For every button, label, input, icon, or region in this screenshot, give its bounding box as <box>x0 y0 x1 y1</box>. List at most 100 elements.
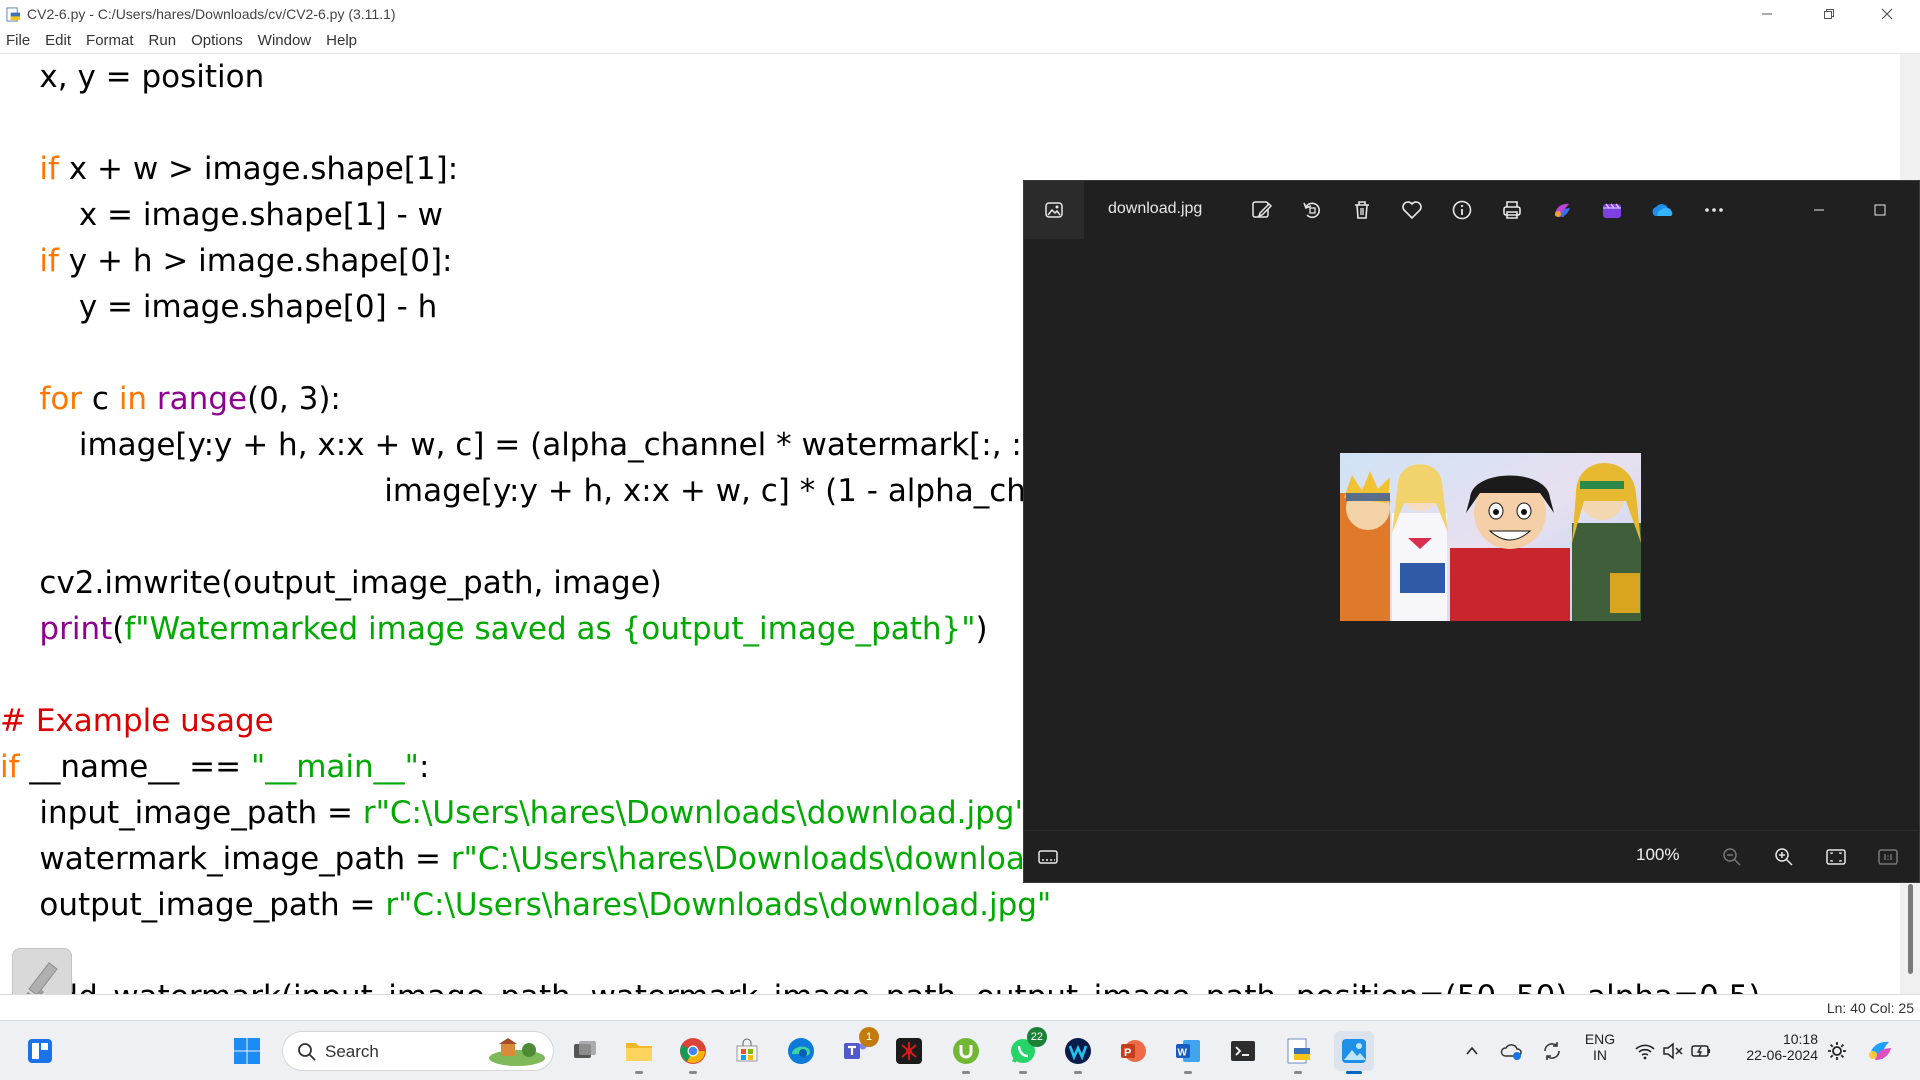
delete-button[interactable] <box>1348 196 1376 224</box>
taskbar-photos[interactable] <box>1334 1031 1374 1074</box>
spiderman-game-icon <box>896 1038 922 1064</box>
code-line: if y + h > image.shape[0]: <box>39 243 453 279</box>
clipchamp-button[interactable] <box>1598 196 1626 224</box>
taskbar-chrome[interactable] <box>673 1031 713 1074</box>
teams-notification-badge: 1 <box>859 1027 879 1047</box>
photos-viewer-window[interactable]: download.jpg 100% <box>1023 180 1920 883</box>
show-hidden-icons-button[interactable] <box>1452 1031 1492 1071</box>
rotate-button[interactable] <box>1298 196 1326 224</box>
search-label: Search <box>325 1042 379 1061</box>
minimize-icon <box>1762 13 1772 15</box>
close-button[interactable] <box>1858 0 1916 28</box>
more-icon <box>1705 208 1723 212</box>
search-icon <box>298 1043 316 1061</box>
onedrive-button[interactable] <box>1648 196 1676 224</box>
running-indicator <box>1074 1071 1082 1074</box>
code-line: if x + w > image.shape[1]: <box>39 151 459 187</box>
taskbar-file-explorer[interactable] <box>619 1031 659 1074</box>
copilot-button[interactable] <box>1548 196 1576 224</box>
photos-bottom-bar: 100% <box>1024 830 1919 882</box>
taskbar-search[interactable]: Search <box>282 1031 554 1071</box>
cursor-position: Ln: 40 Col: 25 <box>1826 1000 1914 1016</box>
taskbar-word[interactable]: W <box>1168 1031 1208 1074</box>
widgets-button[interactable] <box>20 1031 60 1071</box>
minimize-button[interactable] <box>1738 0 1796 28</box>
print-button[interactable] <box>1498 196 1526 224</box>
language-indicator[interactable]: ENG IN <box>1580 1031 1620 1063</box>
menu-run[interactable]: Run <box>149 32 177 49</box>
volume-muted-icon <box>1663 1042 1683 1060</box>
filmstrip-button[interactable] <box>1034 843 1062 871</box>
tray-network-sync[interactable] <box>1532 1031 1572 1071</box>
menu-format[interactable]: Format <box>86 32 134 49</box>
photo-filename: download.jpg <box>1108 200 1203 217</box>
favorite-icon <box>1402 201 1422 220</box>
utorrent-icon <box>953 1038 979 1064</box>
menu-window[interactable]: Window <box>258 32 311 49</box>
scrollbar-thumb[interactable] <box>1908 884 1913 974</box>
taskbar-utorrent[interactable] <box>946 1031 986 1074</box>
start-button[interactable] <box>227 1031 267 1071</box>
fit-window-button[interactable] <box>1822 843 1850 871</box>
taskbar-whatsapp[interactable]: 22 <box>1003 1027 1047 1074</box>
photos-minimize-button[interactable] <box>1805 196 1833 224</box>
taskbar-store[interactable] <box>727 1031 767 1071</box>
edit-button[interactable] <box>1248 196 1276 224</box>
photos-maximize-button[interactable] <box>1866 196 1894 224</box>
status-bar: Ln: 40 Col: 25 <box>0 994 1920 1020</box>
gear-notification-icon <box>1828 1042 1846 1060</box>
info-button[interactable] <box>1448 196 1476 224</box>
code-line: y = image.shape[0] - h <box>0 289 438 325</box>
more-button[interactable] <box>1700 196 1728 224</box>
svg-text:W: W <box>1178 1048 1188 1059</box>
search-highlight-icon <box>489 1038 545 1066</box>
maximize-icon <box>1874 204 1886 216</box>
menu-help[interactable]: Help <box>326 32 357 49</box>
word-icon: W <box>1176 1040 1200 1062</box>
copilot-icon <box>1869 1041 1891 1060</box>
code-line: # Example usage <box>0 703 274 739</box>
copilot-tray-button[interactable] <box>1860 1031 1900 1071</box>
webex-icon <box>1065 1038 1091 1064</box>
taskbar-spiderman[interactable] <box>889 1031 929 1071</box>
taskbar-powerpoint[interactable]: P <box>1113 1031 1153 1071</box>
restore-button[interactable] <box>1800 0 1858 28</box>
quick-settings-button[interactable] <box>1628 1031 1718 1071</box>
zoom-in-button[interactable] <box>1770 843 1798 871</box>
zoom-out-button[interactable] <box>1718 843 1746 871</box>
region-code: IN <box>1593 1047 1607 1063</box>
photos-icon <box>1342 1039 1366 1063</box>
photos-toolbar: download.jpg <box>1024 181 1919 239</box>
gallery-tab[interactable] <box>1024 181 1084 239</box>
active-indicator <box>1346 1071 1362 1074</box>
window-title: CV2-6.py - C:/Users/hares/Downloads/cv/C… <box>27 6 396 22</box>
taskbar-webex[interactable] <box>1058 1031 1098 1074</box>
taskbar-teams[interactable]: 1 <box>835 1027 879 1071</box>
terminal-icon <box>1231 1041 1255 1061</box>
taskbar-edge[interactable] <box>781 1031 821 1071</box>
taskbar-terminal[interactable] <box>1223 1031 1263 1071</box>
taskbar-idle[interactable] <box>1278 1031 1318 1074</box>
menu-file[interactable]: File <box>6 32 30 49</box>
running-indicator <box>635 1071 643 1074</box>
close-icon <box>1881 8 1893 20</box>
idle-app-icon <box>6 7 21 22</box>
menu-bar: File Edit Format Run Options Window Help <box>0 28 1920 54</box>
running-indicator <box>1019 1071 1027 1074</box>
actual-size-icon <box>1878 849 1898 865</box>
notifications-button[interactable] <box>1820 1031 1854 1071</box>
clock[interactable]: 10:18 22-06-2024 <box>1722 1031 1818 1063</box>
powerpoint-icon: P <box>1121 1040 1146 1062</box>
task-view-icon <box>574 1041 596 1058</box>
rotate-icon <box>1303 202 1320 219</box>
favorite-button[interactable] <box>1398 196 1426 224</box>
menu-edit[interactable]: Edit <box>45 32 71 49</box>
task-view-button[interactable] <box>565 1031 605 1071</box>
actual-size-button[interactable] <box>1874 843 1902 871</box>
menu-options[interactable]: Options <box>191 32 243 49</box>
code-line: output_image_path = r"C:\Users\hares\Dow… <box>0 887 1052 923</box>
anime-characters-image <box>1340 453 1641 621</box>
widgets-icon <box>28 1039 52 1063</box>
tray-onedrive[interactable] <box>1492 1031 1532 1071</box>
edit-icon <box>1252 201 1273 218</box>
